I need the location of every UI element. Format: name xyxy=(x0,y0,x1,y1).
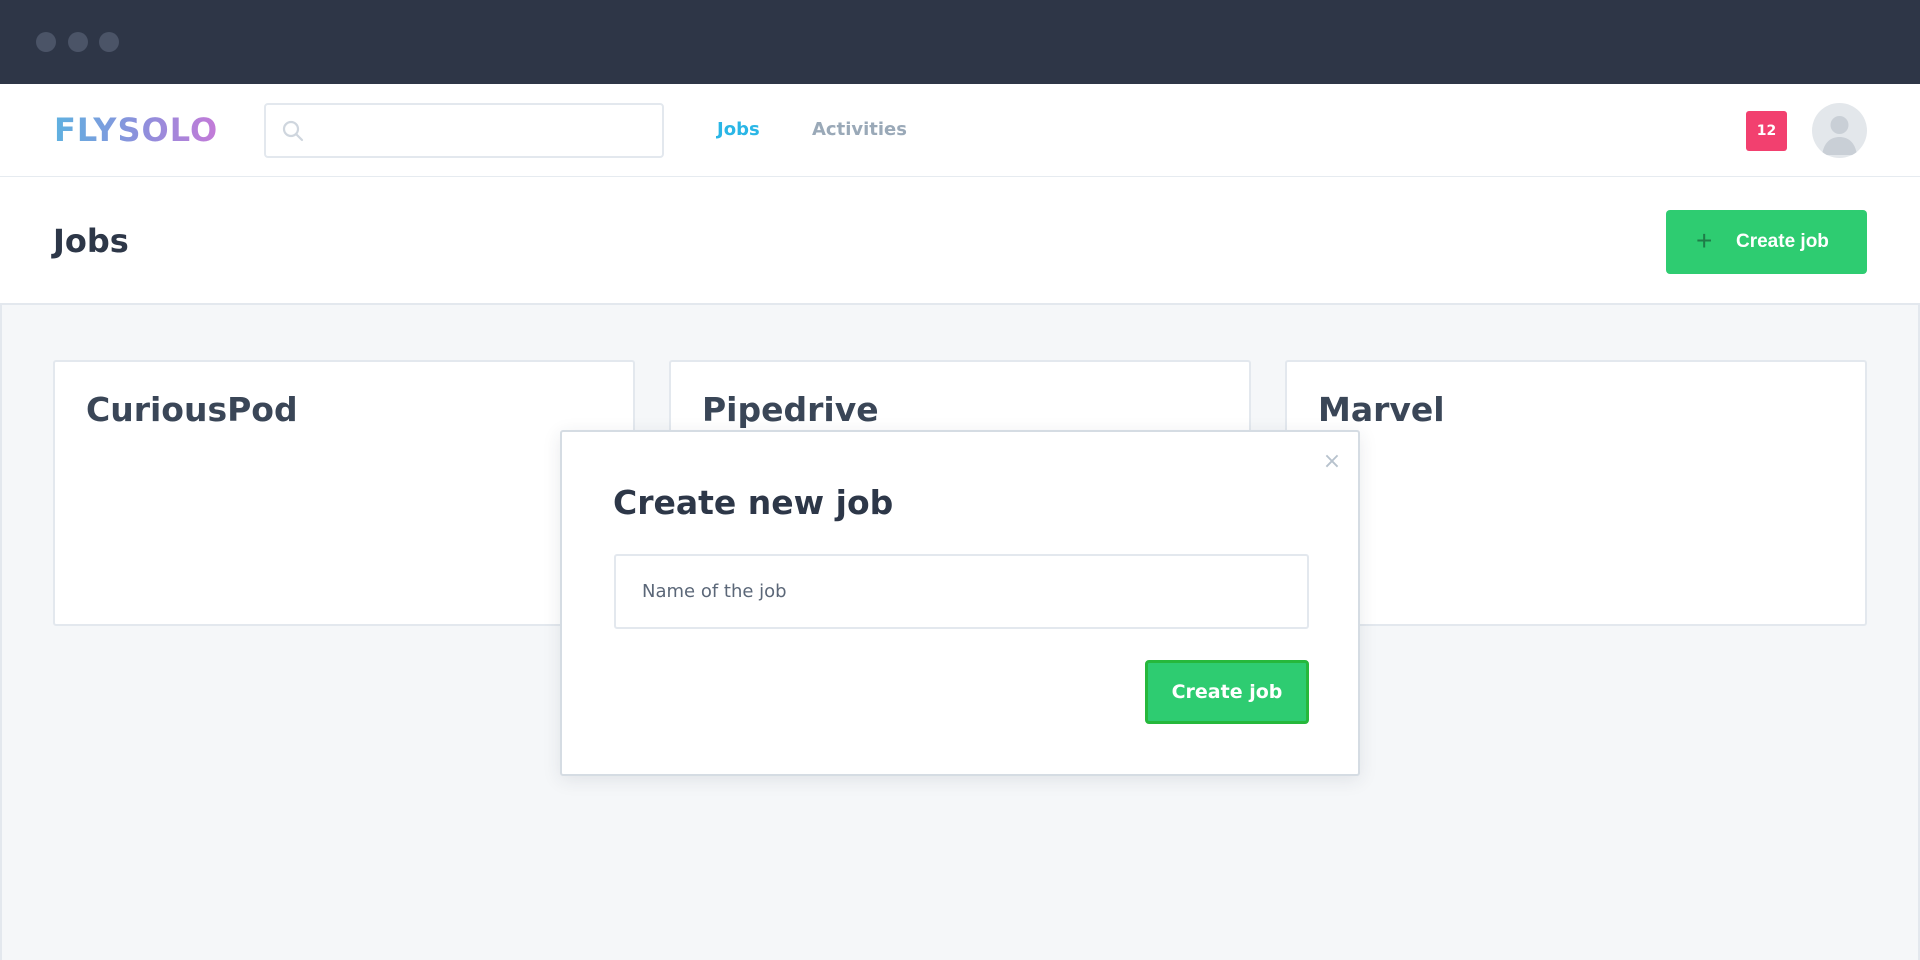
job-card[interactable]: Marvel xyxy=(1285,360,1867,626)
modal-create-job-button[interactable]: Create job xyxy=(1145,660,1309,724)
window-minimize-dot[interactable] xyxy=(68,32,88,52)
modal-title: Create new job xyxy=(613,483,894,522)
top-navigation: FLYSOLO Jobs Activities 12 xyxy=(0,84,1920,177)
window-close-dot[interactable] xyxy=(36,32,56,52)
user-silhouette-icon xyxy=(1822,116,1857,155)
brand-logo[interactable]: FLYSOLO xyxy=(54,110,218,150)
window-maximize-dot[interactable] xyxy=(99,32,119,52)
job-card-title: CuriousPod xyxy=(86,390,298,429)
user-avatar[interactable] xyxy=(1812,103,1867,158)
create-job-button-label: Create job xyxy=(1736,231,1829,252)
job-card[interactable]: CuriousPod xyxy=(53,360,635,626)
page-title: Jobs xyxy=(53,222,129,260)
window-title-bar xyxy=(0,0,1920,84)
search-icon xyxy=(282,120,304,142)
job-card-title: Marvel xyxy=(1318,390,1445,429)
search-box[interactable] xyxy=(264,103,664,158)
nav-link-jobs[interactable]: Jobs xyxy=(717,118,760,142)
plus-icon: + xyxy=(1696,225,1713,256)
create-job-button[interactable]: + Create job xyxy=(1666,210,1867,274)
create-job-modal: × Create new job Create job xyxy=(560,430,1360,776)
close-icon[interactable]: × xyxy=(1320,450,1344,474)
job-card-title: Pipedrive xyxy=(702,390,879,429)
notification-badge[interactable]: 12 xyxy=(1746,111,1787,151)
job-name-input[interactable] xyxy=(614,554,1309,629)
page-header: Jobs + Create job xyxy=(0,177,1920,305)
nav-link-activities[interactable]: Activities xyxy=(812,118,907,142)
